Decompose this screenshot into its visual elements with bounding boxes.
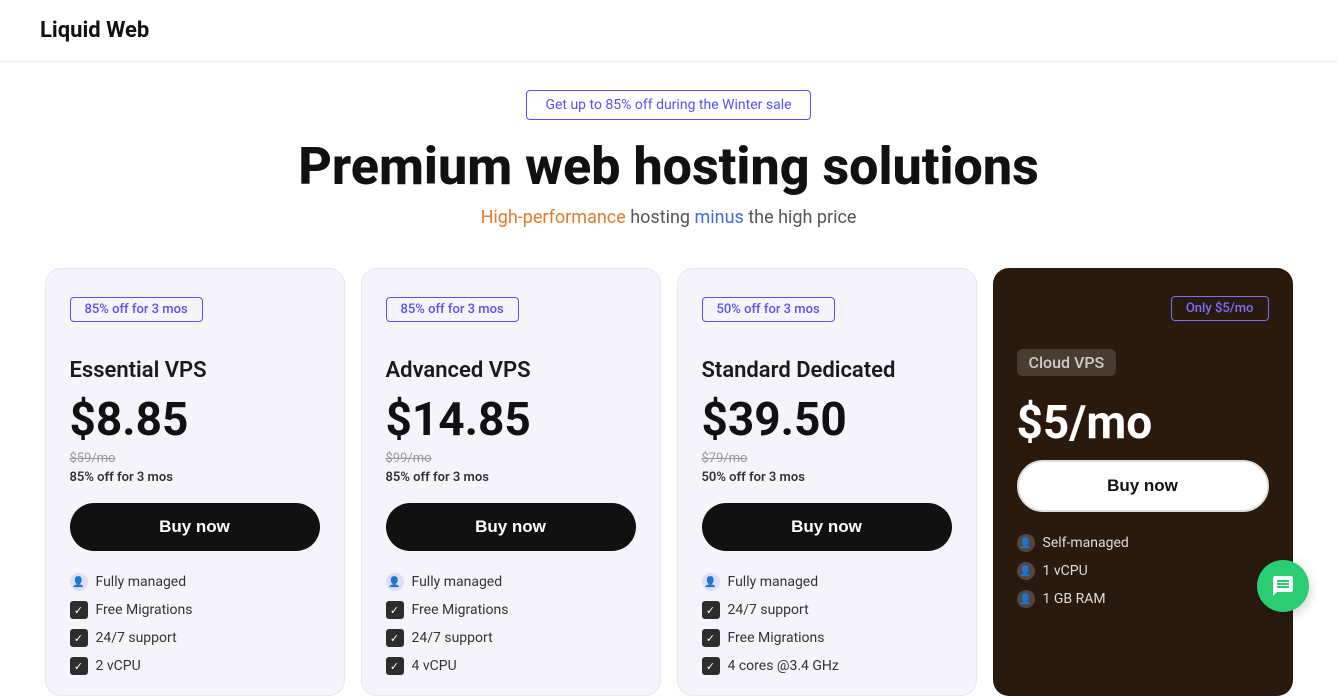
feature-text: Free Migrations (412, 602, 509, 618)
discount-badge-cloud: Only $5/mo (1171, 296, 1269, 321)
features-advanced: 👤 Fully managed ✓ Free Migrations ✓ 24/7… (386, 573, 636, 675)
price-original-essential: $59/mo (70, 451, 116, 466)
user-icon-dark: 👤 (1017, 534, 1035, 552)
feature-text: Fully managed (96, 574, 187, 590)
price-discount-advanced: 85% off for 3 mos (386, 470, 489, 485)
price-meta-standard: $79/mo 50% off for 3 mos (702, 447, 952, 485)
price-meta-advanced: $99/mo 85% off for 3 mos (386, 447, 636, 485)
feature-item: ✓ 24/7 support (70, 629, 320, 647)
feature-item: ✓ Free Migrations (386, 601, 636, 619)
card-cloud-vps: Only $5/mo Cloud VPS $5/mo Buy now 👤 Sel… (993, 268, 1293, 696)
check-icon: ✓ (702, 657, 720, 675)
price-original-standard: $79/mo (702, 451, 748, 466)
user-icon: 👤 (386, 573, 404, 591)
logo: Liquid Web (40, 18, 149, 43)
price-essential: $8.85 (70, 397, 320, 443)
plan-name-advanced: Advanced VPS (386, 358, 636, 383)
plan-name-essential: Essential VPS (70, 358, 320, 383)
feature-text: 24/7 support (728, 602, 809, 618)
check-icon: ✓ (702, 629, 720, 647)
plan-name-cloud: Cloud VPS (1017, 349, 1117, 376)
feature-text: 2 vCPU (96, 658, 141, 674)
header: Liquid Web (0, 0, 1337, 62)
feature-item: 👤 Fully managed (70, 573, 320, 591)
check-icon: ✓ (70, 629, 88, 647)
user-icon: 👤 (70, 573, 88, 591)
card-essential-vps: 85% off for 3 mos Essential VPS $8.85 $5… (45, 268, 345, 696)
feature-item: ✓ 4 cores @3.4 GHz (702, 657, 952, 675)
feature-item-dark: 👤 Self-managed (1017, 534, 1269, 552)
feature-item: 👤 Fully managed (702, 573, 952, 591)
check-icon: ✓ (70, 601, 88, 619)
feature-item: ✓ 24/7 support (702, 601, 952, 619)
dark-card-header: Only $5/mo (1017, 296, 1269, 337)
hero-section: Get up to 85% off during the Winter sale… (0, 62, 1337, 248)
hero-title: Premium web hosting solutions (20, 138, 1317, 195)
feature-text: 24/7 support (96, 630, 177, 646)
check-icon: ✓ (386, 601, 404, 619)
chat-icon (1271, 574, 1295, 598)
plan-name-standard: Standard Dedicated (702, 358, 952, 383)
feature-text: 1 GB RAM (1043, 591, 1106, 607)
check-icon: ✓ (702, 601, 720, 619)
buy-button-advanced[interactable]: Buy now (386, 503, 636, 551)
check-icon: ✓ (386, 657, 404, 675)
buy-button-cloud[interactable]: Buy now (1017, 460, 1269, 512)
feature-text: Free Migrations (96, 602, 193, 618)
feature-item: ✓ 2 vCPU (70, 657, 320, 675)
check-icon: ✓ (386, 629, 404, 647)
features-essential: 👤 Fully managed ✓ Free Migrations ✓ 24/7… (70, 573, 320, 675)
price-advanced: $14.85 (386, 397, 636, 443)
features-standard: 👤 Fully managed ✓ 24/7 support ✓ Free Mi… (702, 573, 952, 675)
price-cloud: $5/mo (1017, 400, 1269, 446)
subtitle-highlight-orange: High-performance (481, 207, 626, 228)
feature-text: Fully managed (728, 574, 819, 590)
price-original-advanced: $99/mo (386, 451, 432, 466)
price-meta-essential: $59/mo 85% off for 3 mos (70, 447, 320, 485)
subtitle-text-4: the high price (744, 207, 857, 228)
feature-text: 4 vCPU (412, 658, 457, 674)
feature-text: Self-managed (1043, 535, 1129, 551)
price-standard: $39.50 (702, 397, 952, 443)
subtitle-highlight-blue: minus (695, 207, 744, 228)
price-discount-essential: 85% off for 3 mos (70, 470, 173, 485)
features-cloud: 👤 Self-managed 👤 1 vCPU 👤 1 GB RAM (1017, 534, 1269, 608)
feature-item: ✓ Free Migrations (702, 629, 952, 647)
card-standard-dedicated: 50% off for 3 mos Standard Dedicated $39… (677, 268, 977, 696)
feature-item-dark: 👤 1 GB RAM (1017, 590, 1269, 608)
user-icon-dark: 👤 (1017, 590, 1035, 608)
feature-text: 4 cores @3.4 GHz (728, 658, 839, 674)
buy-button-standard[interactable]: Buy now (702, 503, 952, 551)
feature-item: 👤 Fully managed (386, 573, 636, 591)
feature-text: 24/7 support (412, 630, 493, 646)
feature-item-dark: 👤 1 vCPU (1017, 562, 1269, 580)
chat-button[interactable] (1257, 560, 1309, 612)
discount-badge-standard: 50% off for 3 mos (702, 297, 835, 322)
cards-container: 85% off for 3 mos Essential VPS $8.85 $5… (0, 248, 1337, 696)
feature-text: 1 vCPU (1043, 563, 1088, 579)
card-advanced-vps: 85% off for 3 mos Advanced VPS $14.85 $9… (361, 268, 661, 696)
user-icon-dark: 👤 (1017, 562, 1035, 580)
feature-item: ✓ Free Migrations (70, 601, 320, 619)
feature-item: ✓ 24/7 support (386, 629, 636, 647)
discount-badge-essential: 85% off for 3 mos (70, 297, 203, 322)
feature-text: Free Migrations (728, 630, 825, 646)
buy-button-essential[interactable]: Buy now (70, 503, 320, 551)
check-icon: ✓ (70, 657, 88, 675)
subtitle-text-2: hosting (626, 207, 695, 228)
feature-text: Fully managed (412, 574, 503, 590)
hero-subtitle: High-performance hosting minus the high … (20, 207, 1317, 228)
promo-badge[interactable]: Get up to 85% off during the Winter sale (526, 90, 810, 120)
feature-item: ✓ 4 vCPU (386, 657, 636, 675)
price-discount-standard: 50% off for 3 mos (702, 470, 805, 485)
discount-badge-advanced: 85% off for 3 mos (386, 297, 519, 322)
user-icon: 👤 (702, 573, 720, 591)
